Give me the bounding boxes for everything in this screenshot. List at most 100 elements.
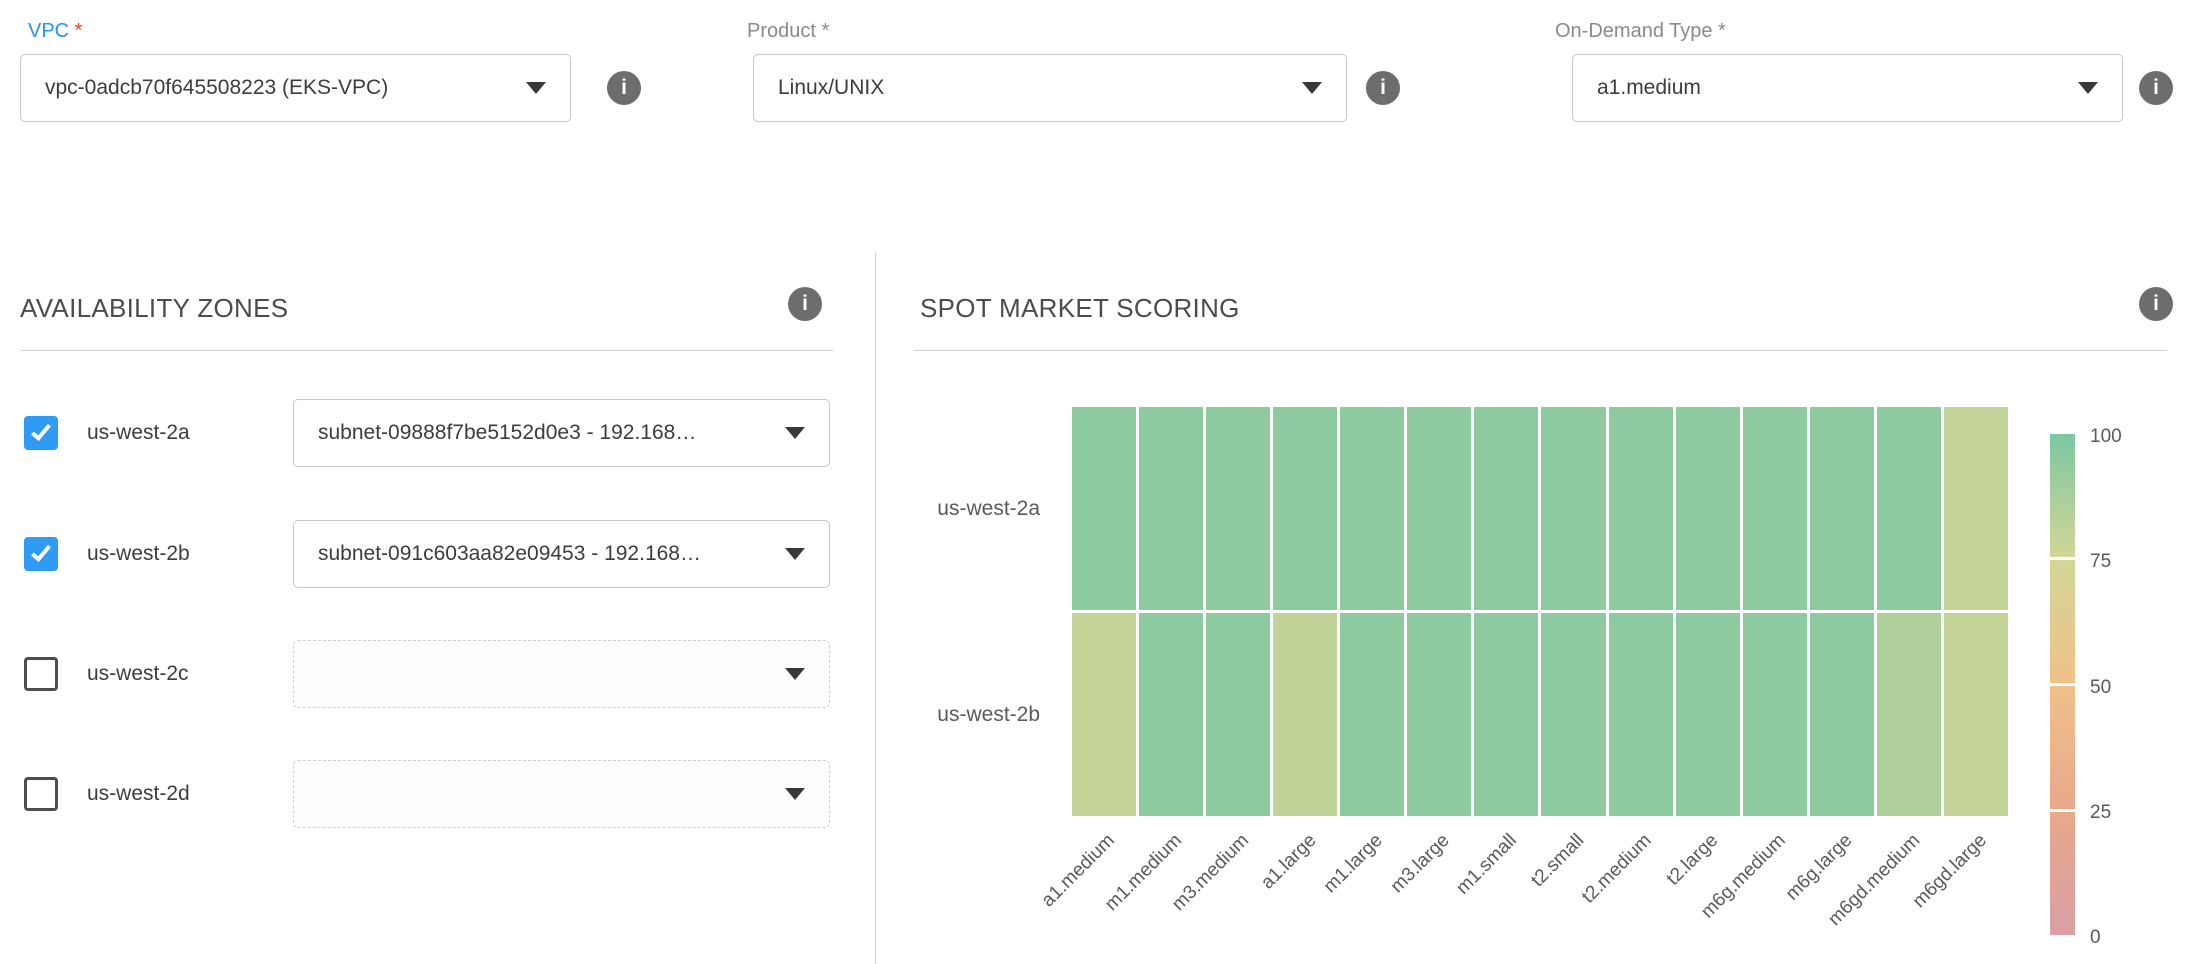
info-glyph: i <box>1380 76 1386 100</box>
heatmap-cell <box>1541 613 1605 816</box>
dropdown-caret-icon <box>785 427 805 439</box>
zone-row: us-west-2c <box>0 640 875 708</box>
zone-row: us-west-2d <box>0 760 875 828</box>
zone-checkbox[interactable] <box>24 537 58 571</box>
heatmap-cell <box>1743 613 1807 816</box>
zone-row: us-west-2a subnet-09888f7be5152d0e3 - 19… <box>0 399 875 467</box>
heatmap-cell <box>1407 407 1471 610</box>
spot-market-info-icon[interactable]: i <box>2139 287 2173 321</box>
vpc-select[interactable]: vpc-0adcb70f645508223 (EKS-VPC) <box>20 54 571 122</box>
colorbar-segment <box>2050 686 2075 809</box>
heatmap-col-label: t2.medium <box>1578 830 1656 908</box>
info-glyph: i <box>2153 76 2159 100</box>
heatmap-cell <box>1206 613 1270 816</box>
on-demand-type-field-label: On-Demand Type * <box>1555 20 1726 43</box>
subnet-select[interactable]: subnet-09888f7be5152d0e3 - 192.168… <box>293 399 830 467</box>
heatmap-grid <box>1072 407 2008 816</box>
dropdown-caret-icon <box>526 82 546 94</box>
vpc-field-label: VPC * <box>28 20 82 43</box>
dropdown-caret-icon <box>1302 82 1322 94</box>
product-required-asterisk: * <box>816 20 829 42</box>
colorbar-tick-label: 50 <box>2090 677 2111 699</box>
product-label-text: Product <box>747 20 816 42</box>
colorbar-segment <box>2050 812 2075 935</box>
subnet-select[interactable] <box>293 760 830 828</box>
colorbar-segment <box>2050 560 2075 683</box>
vpc-select-value: vpc-0adcb70f645508223 (EKS-VPC) <box>45 76 388 100</box>
vpc-label-text: VPC <box>28 20 69 42</box>
checkmark-icon <box>31 420 51 441</box>
colorbar-ticks: 1007550250 <box>2090 434 2160 959</box>
heatmap-cell <box>1072 613 1136 816</box>
heatmap-cell <box>1944 613 2008 816</box>
spot-market-config-page: VPC * vpc-0adcb70f645508223 (EKS-VPC) i … <box>0 0 2196 964</box>
heatmap-col-labels: a1.mediumm1.mediumm3.mediuma1.largem1.la… <box>1072 818 2008 964</box>
zone-label: us-west-2a <box>87 399 190 467</box>
heatmap-cell <box>1541 407 1605 610</box>
availability-zones-info-icon[interactable]: i <box>788 287 822 321</box>
section-divider <box>914 350 2167 351</box>
heatmap-cell <box>1609 407 1673 610</box>
colorbar <box>2050 434 2075 935</box>
heatmap-cell <box>1877 613 1941 816</box>
heatmap-cell <box>1407 613 1471 816</box>
heatmap-row-label: us-west-2b <box>937 702 1040 728</box>
heatmap-col-label: t2.small <box>1527 830 1589 892</box>
colorbar-segment <box>2050 434 2075 557</box>
heatmap-cell <box>1810 407 1874 610</box>
product-select-value: Linux/UNIX <box>778 76 884 100</box>
subnet-select-value: subnet-091c603aa82e09453 - 192.168… <box>318 542 701 566</box>
zone-label: us-west-2d <box>87 760 190 828</box>
heatmap-col-label: m3.large <box>1387 830 1455 898</box>
subnet-select-value: subnet-09888f7be5152d0e3 - 192.168… <box>318 421 696 445</box>
availability-zones-title: AVAILABILITY ZONES <box>20 293 288 324</box>
heatmap-cell <box>1139 407 1203 610</box>
product-info-icon[interactable]: i <box>1366 71 1400 105</box>
heatmap-cell <box>1474 613 1538 816</box>
zone-row: us-west-2b subnet-091c603aa82e09453 - 19… <box>0 520 875 588</box>
dropdown-caret-icon <box>785 668 805 680</box>
vpc-required-asterisk: * <box>69 20 82 42</box>
product-field-label: Product * <box>747 20 829 43</box>
colorbar-tick-label: 25 <box>2090 802 2111 824</box>
colorbar-tick-label: 75 <box>2090 551 2111 573</box>
heatmap-cell <box>1676 407 1740 610</box>
heatmap-cell <box>1340 613 1404 816</box>
subnet-select[interactable]: subnet-091c603aa82e09453 - 192.168… <box>293 520 830 588</box>
zone-checkbox[interactable] <box>24 657 58 691</box>
dropdown-caret-icon <box>785 788 805 800</box>
product-select[interactable]: Linux/UNIX <box>753 54 1347 122</box>
heatmap-cell <box>1206 407 1270 610</box>
checkmark-icon <box>31 541 51 562</box>
heatmap-col-label: m1.small <box>1453 830 1522 899</box>
heatmap-cell <box>1273 407 1337 610</box>
zone-checkbox[interactable] <box>24 416 58 450</box>
info-glyph: i <box>621 76 627 100</box>
colorbar-tick-label: 0 <box>2090 927 2101 949</box>
heatmap-cell <box>1474 407 1538 610</box>
on-demand-type-required-asterisk: * <box>1713 20 1726 42</box>
dropdown-caret-icon <box>785 548 805 560</box>
heatmap-cell <box>1810 613 1874 816</box>
heatmap-col-label: t2.large <box>1663 830 1723 890</box>
spot-market-scoring-title: SPOT MARKET SCORING <box>920 293 1240 324</box>
heatmap-cell <box>1676 613 1740 816</box>
heatmap-cell <box>1072 407 1136 610</box>
subnet-select[interactable] <box>293 640 830 708</box>
heatmap-col-label: m1.large <box>1320 830 1388 898</box>
zone-checkbox[interactable] <box>24 777 58 811</box>
info-glyph: i <box>802 292 808 316</box>
zone-label: us-west-2c <box>87 640 189 708</box>
heatmap-cell <box>1273 613 1337 816</box>
heatmap-cell <box>1743 407 1807 610</box>
heatmap-cell <box>1609 613 1673 816</box>
zone-label: us-west-2b <box>87 520 190 588</box>
info-glyph: i <box>2153 292 2159 316</box>
heatmap-row-label: us-west-2a <box>937 496 1040 522</box>
on-demand-type-select[interactable]: a1.medium <box>1572 54 2123 122</box>
heatmap-cell <box>1944 407 2008 610</box>
dropdown-caret-icon <box>2078 82 2098 94</box>
on-demand-type-info-icon[interactable]: i <box>2139 71 2173 105</box>
on-demand-type-label-text: On-Demand Type <box>1555 20 1713 42</box>
vpc-info-icon[interactable]: i <box>607 71 641 105</box>
